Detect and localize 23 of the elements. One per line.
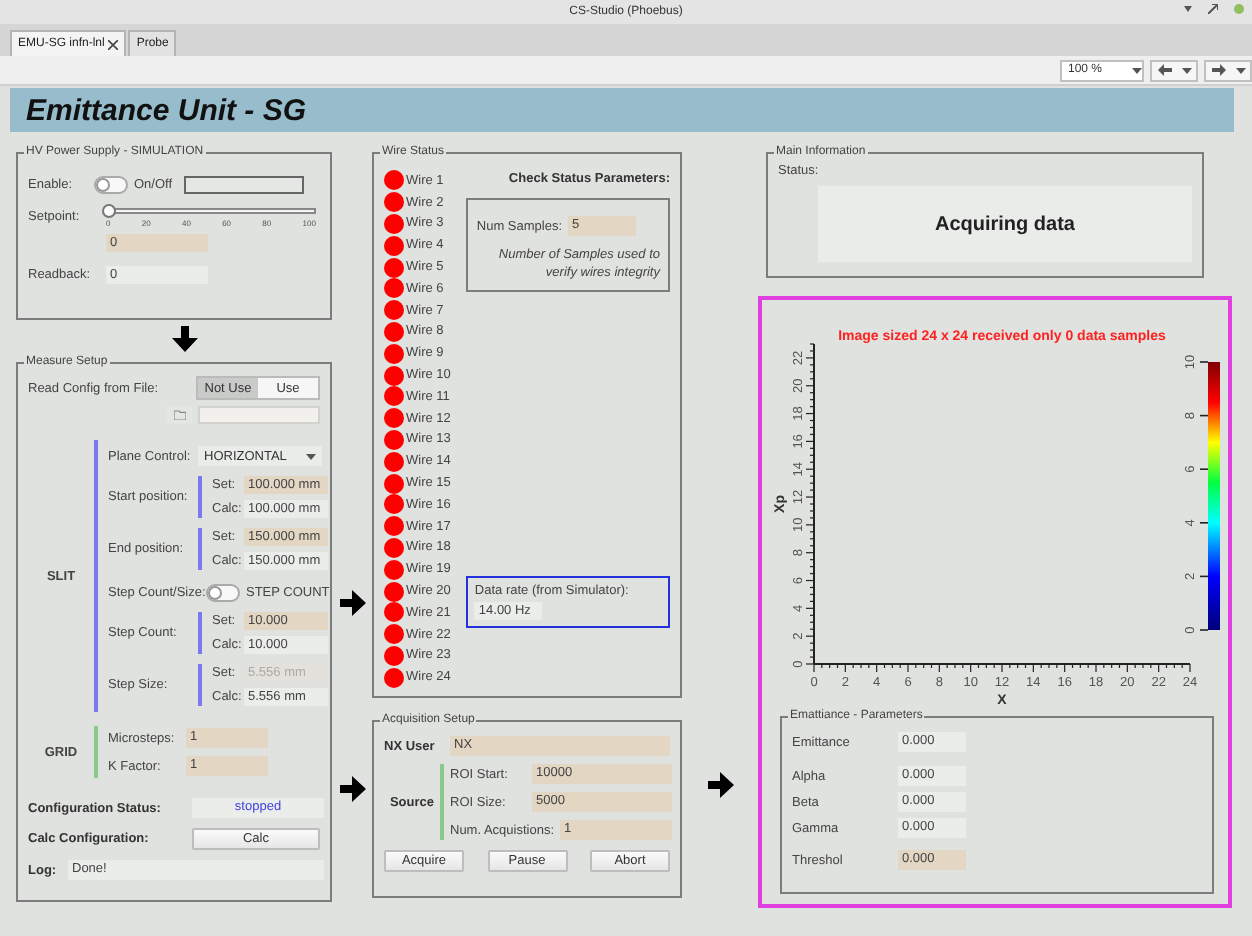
forward-button[interactable] — [1204, 59, 1252, 81]
arrow-left-icon — [1157, 64, 1171, 76]
caret-icon — [1181, 67, 1191, 73]
arrow-down-icon — [171, 325, 197, 351]
arrow-right-icon — [707, 772, 733, 798]
toggle-switch[interactable] — [206, 584, 240, 602]
back-button[interactable] — [1150, 59, 1198, 81]
slider-thumb[interactable] — [102, 204, 116, 218]
arrow-right-icon — [339, 776, 365, 802]
arrow-right-icon — [1211, 64, 1225, 76]
setpoint-slider[interactable] — [106, 208, 316, 214]
toggle-switch[interactable] — [94, 176, 128, 194]
caret-icon — [306, 453, 316, 459]
page-header: Emittance Unit - SG — [10, 88, 1234, 132]
caret-icon — [1235, 67, 1245, 73]
folder-icon — [173, 410, 185, 420]
maximize-icon[interactable] — [1208, 4, 1218, 14]
status-indicator — [184, 176, 304, 194]
status-display: Acquiring data — [818, 186, 1192, 262]
arrow-right-icon — [339, 590, 365, 616]
file-path-field[interactable] — [198, 406, 320, 424]
caret-icon — [1132, 67, 1142, 73]
minimize-icon[interactable] — [1184, 6, 1192, 12]
